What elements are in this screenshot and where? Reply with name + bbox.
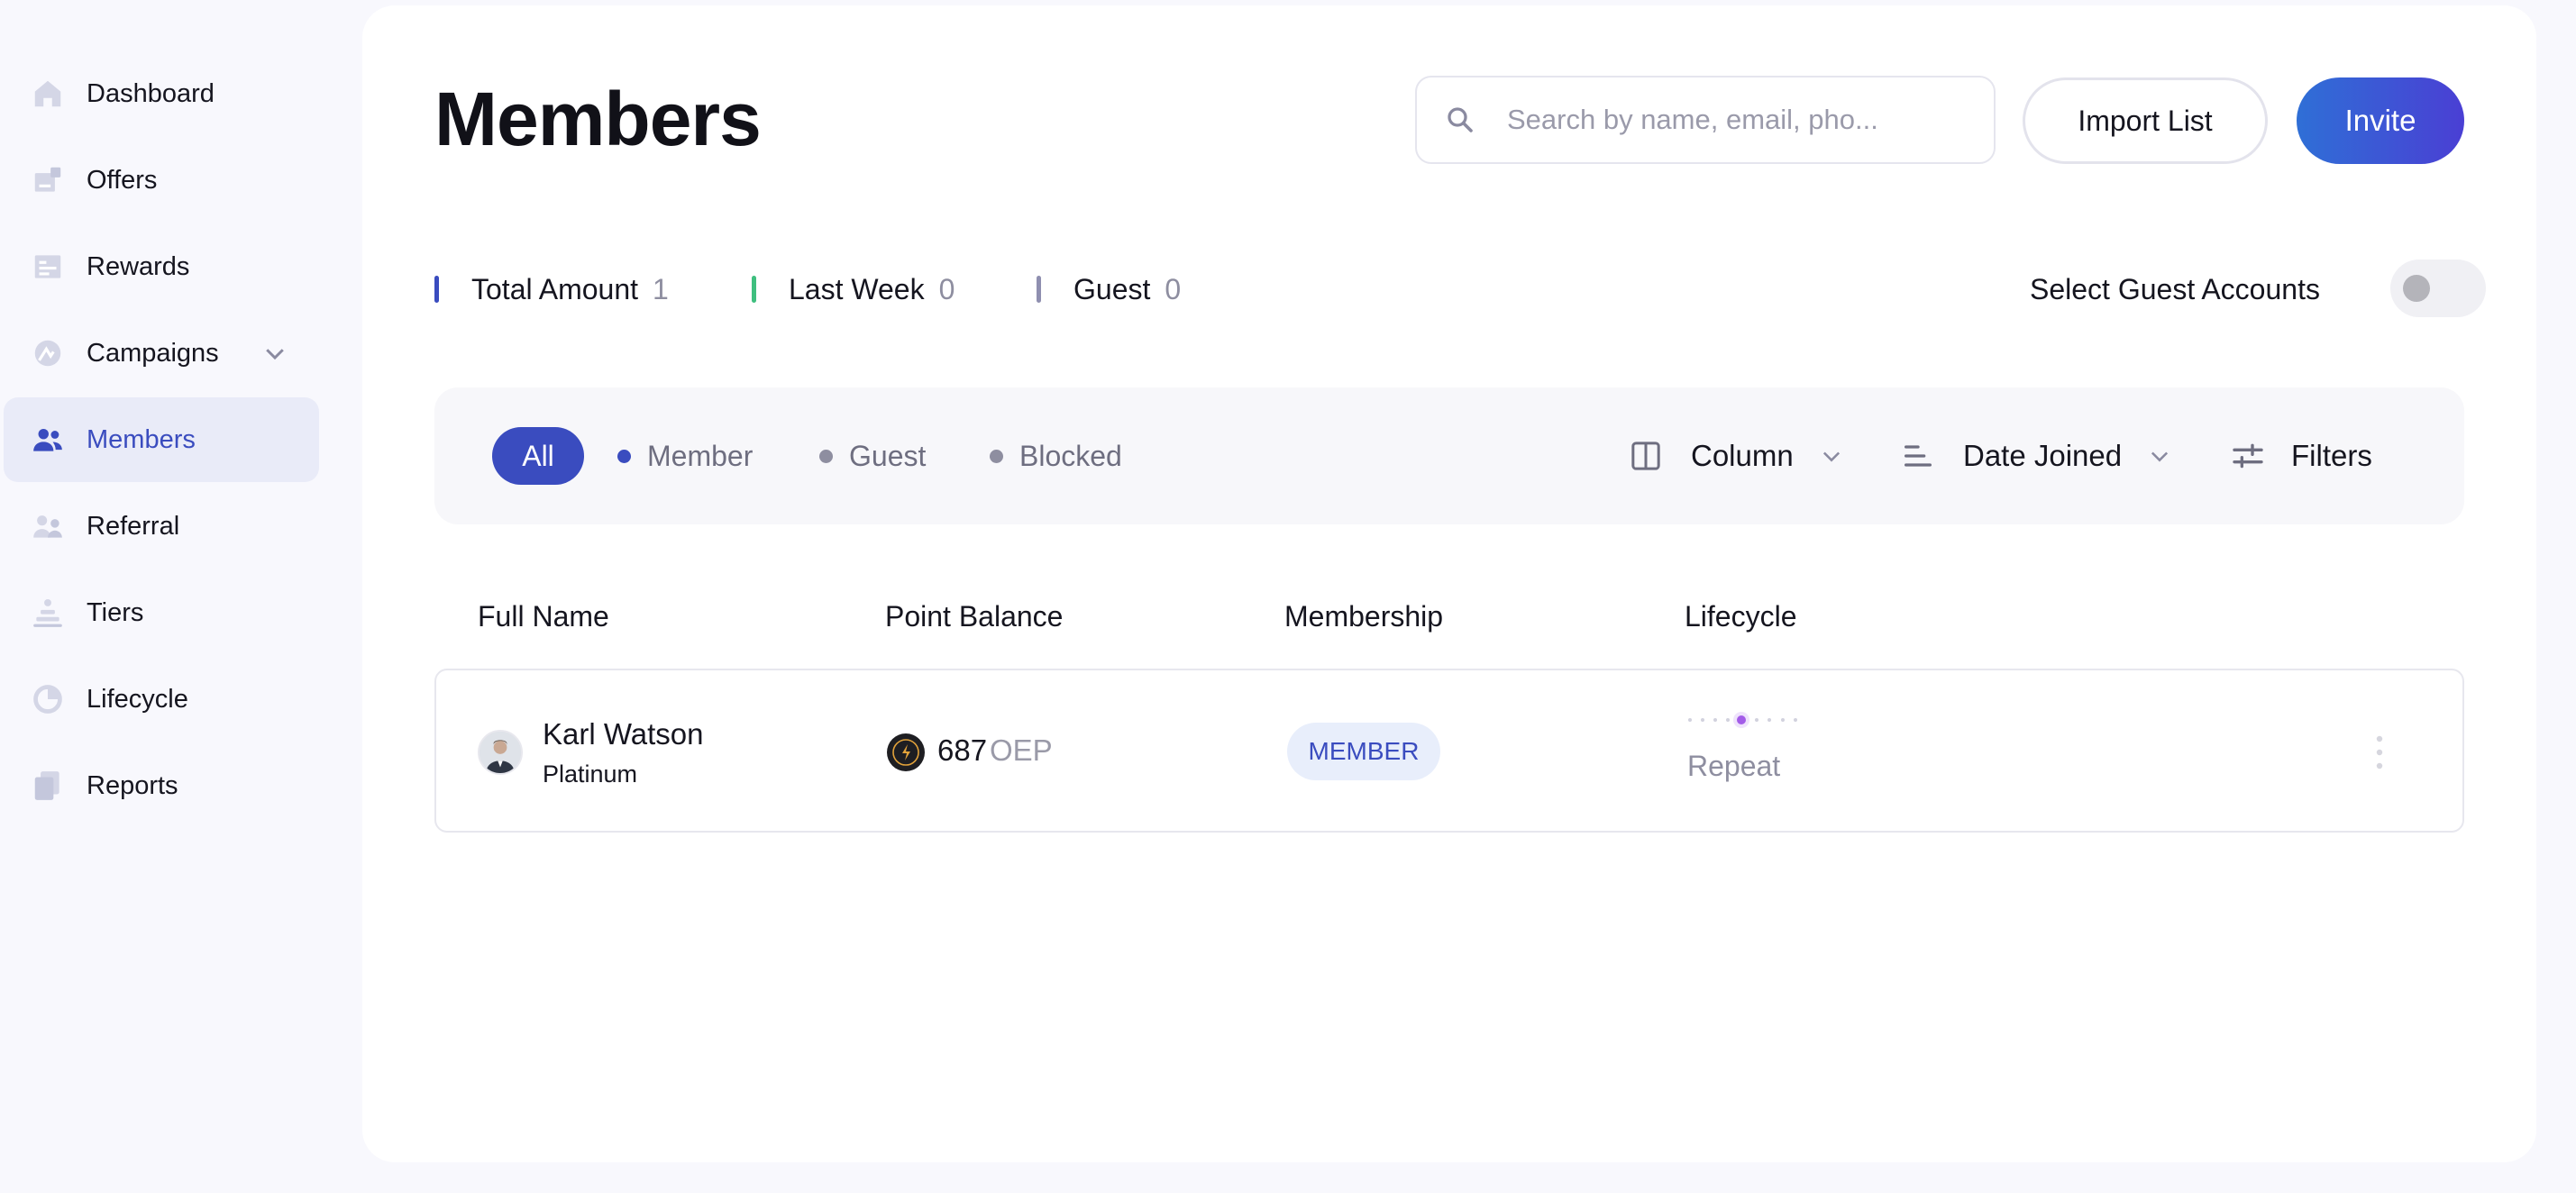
- sidebar-item-label: Offers: [87, 165, 158, 195]
- sidebar-item-label: Dashboard: [87, 78, 215, 108]
- sidebar-item-label: Lifecycle: [87, 684, 188, 714]
- search-icon: [1448, 107, 1473, 132]
- reports-icon: [29, 767, 67, 805]
- chip-label: Member: [647, 439, 754, 472]
- column-header-point-balance[interactable]: Point Balance: [885, 600, 1063, 633]
- sidebar-item-label: Tiers: [87, 597, 144, 627]
- filters-label: Filters: [2291, 439, 2372, 472]
- home-icon: [29, 75, 67, 113]
- more-options-icon[interactable]: [2370, 732, 2389, 773]
- members-icon: [29, 421, 67, 459]
- sidebar-item-label: Campaigns: [87, 338, 219, 368]
- sidebar-item-reports[interactable]: Reports: [4, 743, 319, 828]
- sidebar-item-label: Reports: [87, 770, 178, 800]
- stat-guest: Guest 0: [1037, 267, 1181, 312]
- app: Dashboard Offers Rewards Campaigns Membe…: [0, 0, 2576, 1193]
- toggle-knob: [2403, 275, 2430, 302]
- status-dot: [990, 449, 1003, 463]
- stat-label: Last Week: [789, 272, 925, 305]
- referral-icon: [29, 507, 67, 545]
- sidebar-item-members[interactable]: Members: [4, 397, 319, 482]
- lifecycle-progress: [1688, 712, 1797, 728]
- stat-label: Total Amount: [471, 272, 638, 305]
- stat-total-amount: Total Amount 1: [434, 267, 669, 312]
- columns-icon: [1631, 442, 1660, 470]
- chevron-down-icon[interactable]: [261, 340, 288, 367]
- guest-accounts-toggle[interactable]: [2390, 260, 2486, 317]
- filter-chip-all[interactable]: All: [492, 427, 584, 485]
- avatar: [478, 730, 523, 775]
- search-input[interactable]: [1507, 104, 1958, 136]
- sidebar-item-referral[interactable]: Referral: [4, 484, 319, 569]
- invite-button[interactable]: Invite: [2297, 77, 2464, 164]
- status-dot: [819, 449, 833, 463]
- select-guest-accounts-label: Select Guest Accounts: [2030, 272, 2320, 305]
- column-header-full-name[interactable]: Full Name: [478, 600, 609, 633]
- sidebar-item-tiers[interactable]: Tiers: [4, 570, 319, 655]
- point-balance-unit: OEP: [990, 733, 1053, 767]
- column-header-membership[interactable]: Membership: [1284, 600, 1443, 633]
- points-coin-icon: [887, 733, 925, 771]
- import-list-button[interactable]: Import List: [2023, 77, 2268, 164]
- sidebar-item-rewards[interactable]: Rewards: [4, 224, 319, 309]
- chevron-down-icon: [1822, 451, 1840, 462]
- sidebar: Dashboard Offers Rewards Campaigns Membe…: [0, 0, 361, 1193]
- filter-chip-guest[interactable]: Guest: [819, 427, 926, 485]
- table-row[interactable]: Karl Watson Platinum 687 OEP MEMBER Repe…: [434, 669, 2464, 833]
- stat-indicator: [752, 276, 756, 303]
- filters-button[interactable]: Filters: [2230, 423, 2372, 488]
- membership-badge: MEMBER: [1287, 723, 1440, 780]
- sort-selector[interactable]: Date Joined: [1900, 423, 2172, 488]
- column-selector[interactable]: Column: [1628, 423, 1844, 488]
- chip-label: Blocked: [1019, 439, 1122, 472]
- lifecycle-stage: Repeat: [1687, 750, 1781, 782]
- status-dot: [617, 449, 631, 463]
- sidebar-item-lifecycle[interactable]: Lifecycle: [4, 657, 319, 742]
- rewards-icon: [29, 248, 67, 286]
- member-tier: Platinum: [543, 760, 638, 788]
- stat-indicator: [434, 276, 439, 303]
- select-guest-accounts: Select Guest Accounts: [2030, 267, 2320, 312]
- stat-value: 1: [653, 272, 669, 305]
- main-panel: Members Import List Invite Total Amount …: [362, 5, 2536, 1162]
- sidebar-item-label: Members: [87, 424, 196, 454]
- sidebar-item-label: Referral: [87, 511, 180, 541]
- offers-icon: [29, 161, 67, 199]
- filter-chip-member[interactable]: Member: [617, 427, 753, 485]
- page-title: Members: [434, 77, 762, 161]
- campaigns-icon: [29, 334, 67, 372]
- filter-bar: All Member Guest Blocked Column Date Joi…: [434, 387, 2464, 524]
- stat-value: 0: [1165, 272, 1182, 305]
- filter-chip-blocked[interactable]: Blocked: [990, 427, 1122, 485]
- sidebar-item-label: Rewards: [87, 251, 190, 281]
- sliders-icon: [2233, 443, 2263, 469]
- point-balance-value: 687: [937, 733, 988, 767]
- search-box[interactable]: [1415, 76, 1996, 164]
- sidebar-item-offers[interactable]: Offers: [4, 138, 319, 223]
- tiers-icon: [29, 594, 67, 632]
- column-selector-label: Column: [1691, 439, 1794, 472]
- member-name[interactable]: Karl Watson: [543, 717, 704, 751]
- sidebar-item-dashboard[interactable]: Dashboard: [4, 51, 319, 136]
- sort-icon: [1905, 445, 1932, 467]
- lifecycle-icon: [29, 680, 67, 718]
- chevron-down-icon: [2151, 451, 2169, 462]
- sidebar-item-campaigns[interactable]: Campaigns: [4, 311, 319, 396]
- stat-last-week: Last Week 0: [752, 267, 955, 312]
- chip-label: Guest: [849, 439, 927, 472]
- sort-selector-label: Date Joined: [1963, 439, 2123, 472]
- stat-label: Guest: [1073, 272, 1151, 305]
- stat-indicator: [1037, 276, 1041, 303]
- column-header-lifecycle[interactable]: Lifecycle: [1685, 600, 1797, 633]
- stat-value: 0: [938, 272, 955, 305]
